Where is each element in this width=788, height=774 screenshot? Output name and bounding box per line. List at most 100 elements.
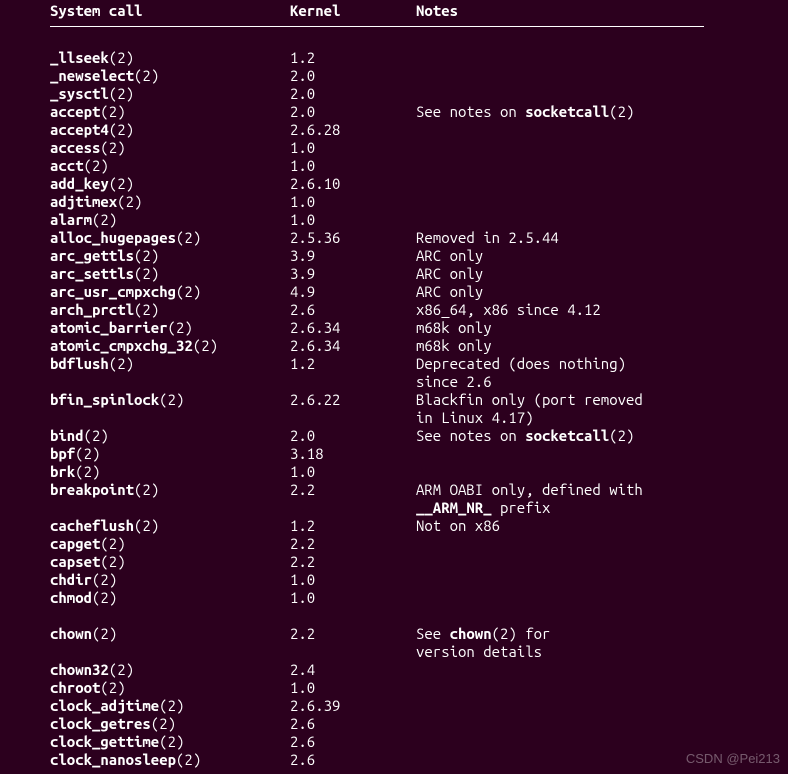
syscall-section: (2) [109, 121, 134, 138]
table-row: atomic_cmpxchg_32(2)2.6.34m68k only [50, 337, 788, 355]
syscall-name: add_key [50, 175, 109, 192]
syscall-section: (2) [109, 49, 134, 66]
table-row: arc_usr_cmpxchg(2)4.9ARC only [50, 283, 788, 301]
syscall-cell: add_key(2) [50, 175, 290, 193]
syscall-name: bpf [50, 445, 75, 462]
table-row: chmod(2)1.0 [50, 589, 788, 607]
note-text: Removed in 2.5.44 [416, 229, 746, 247]
syscall-name: atomic_cmpxchg_32 [50, 337, 193, 354]
syscall-cell: chdir(2) [50, 571, 290, 589]
kernel-version: 2.6 [290, 301, 416, 319]
kernel-version: 3.18 [290, 445, 416, 463]
syscall-cell: access(2) [50, 139, 290, 157]
syscall-cell [50, 643, 290, 661]
table-row: in Linux 4.17) [50, 409, 788, 427]
kernel-version: 4.9 [290, 283, 416, 301]
syscall-cell: clock_gettime(2) [50, 733, 290, 751]
note-text: x86_64, x86 since 4.12 [416, 301, 746, 319]
kernel-version [290, 499, 416, 517]
kernel-version: 1.2 [290, 49, 416, 67]
syscall-section: (2) [176, 751, 201, 768]
blank-line [50, 31, 788, 49]
note-text: __ARM_NR_ prefix [416, 499, 746, 517]
syscall-cell: atomic_cmpxchg_32(2) [50, 337, 290, 355]
kernel-version: 1.0 [290, 463, 416, 481]
syscall-cell: _newselect(2) [50, 67, 290, 85]
table-row: bfin_spinlock(2)2.6.22Blackfin only (por… [50, 391, 788, 409]
table-row: bpf(2) 3.18 [50, 445, 788, 463]
syscall-cell: _llseek(2) [50, 49, 290, 67]
note-text: Blackfin only (port removed [416, 391, 746, 409]
syscall-name: alarm [50, 211, 92, 228]
table-row: access(2)1.0 [50, 139, 788, 157]
table-row: clock_adjtime(2)2.6.39 [50, 697, 788, 715]
kernel-version: 1.0 [290, 193, 416, 211]
blank-line [50, 607, 788, 625]
kernel-version: 2.6.39 [290, 697, 416, 715]
syscall-section: (2) [134, 481, 159, 498]
syscall-name: clock_adjtime [50, 697, 159, 714]
syscall-cell: cacheflush(2) [50, 517, 290, 535]
kernel-version: 2.0 [290, 103, 416, 121]
kernel-version: 1.0 [290, 589, 416, 607]
syscall-section: (2) [100, 535, 125, 552]
man-page: System call Kernel Notes _llseek(2)1.2_n… [0, 0, 788, 769]
note-text: See chown(2) for [416, 625, 746, 643]
syscall-name: chown32 [50, 661, 109, 678]
kernel-version: 1.0 [290, 571, 416, 589]
note-text: Not on x86 [416, 517, 746, 535]
kernel-version: 3.9 [290, 247, 416, 265]
table-row: version details [50, 643, 788, 661]
header-kernel: Kernel [290, 2, 416, 20]
syscall-name: chmod [50, 589, 92, 606]
syscall-cell: capget(2) [50, 535, 290, 553]
syscall-name: access [50, 139, 100, 156]
note-text: since 2.6 [416, 373, 746, 391]
syscall-section: (2) [100, 103, 125, 120]
table-row: alarm(2)1.0 [50, 211, 788, 229]
table-row: clock_gettime(2)2.6 [50, 733, 788, 751]
syscall-section: (2) [75, 445, 100, 462]
syscall-name: capget [50, 535, 100, 552]
kernel-version [290, 409, 416, 427]
table-row: add_key(2)2.6.10 [50, 175, 788, 193]
table-row: cacheflush(2)1.2Not on x86 [50, 517, 788, 535]
kernel-version: 2.6.34 [290, 337, 416, 355]
syscall-cell: chown32(2) [50, 661, 290, 679]
kernel-version: 2.2 [290, 553, 416, 571]
watermark: CSDN @Pei213 [686, 750, 780, 768]
syscall-section: (2) [92, 625, 117, 642]
syscall-name: accept [50, 103, 100, 120]
kernel-version: 2.5.36 [290, 229, 416, 247]
syscall-cell: accept4(2) [50, 121, 290, 139]
syscall-section: (2) [84, 157, 109, 174]
syscall-section: (2) [109, 175, 134, 192]
syscall-section: (2) [109, 661, 134, 678]
note-text: ARM OABI only, defined with [416, 481, 746, 499]
syscall-cell: alloc_hugepages(2) [50, 229, 290, 247]
syscall-cell: accept(2) [50, 103, 290, 121]
syscall-name: arc_gettls [50, 247, 134, 264]
kernel-version: 1.0 [290, 211, 416, 229]
syscall-name: capset [50, 553, 100, 570]
syscall-section: (2) [159, 733, 184, 750]
syscall-section: (2) [134, 265, 159, 282]
table-row: __ARM_NR_ prefix [50, 499, 788, 517]
note-text: Deprecated (does nothing) [416, 355, 746, 373]
syscall-cell: chroot(2) [50, 679, 290, 697]
syscall-cell: bdflush(2) [50, 355, 290, 373]
table-row: atomic_barrier(2)2.6.34m68k only [50, 319, 788, 337]
syscall-section: (2) [134, 517, 159, 534]
kernel-version [290, 643, 416, 661]
syscall-section: (2) [100, 553, 125, 570]
syscall-name: bdflush [50, 355, 109, 372]
syscall-section: (2) [134, 247, 159, 264]
syscall-name: _sysctl [50, 85, 109, 102]
table-row: bdflush(2)1.2Deprecated (does nothing) [50, 355, 788, 373]
syscall-cell: clock_adjtime(2) [50, 697, 290, 715]
note-text: m68k only [416, 319, 746, 337]
syscall-section: (2) [92, 571, 117, 588]
table-row: _sysctl(2)2.0 [50, 85, 788, 103]
kernel-version: 2.6.34 [290, 319, 416, 337]
syscall-name: _newselect [50, 67, 134, 84]
